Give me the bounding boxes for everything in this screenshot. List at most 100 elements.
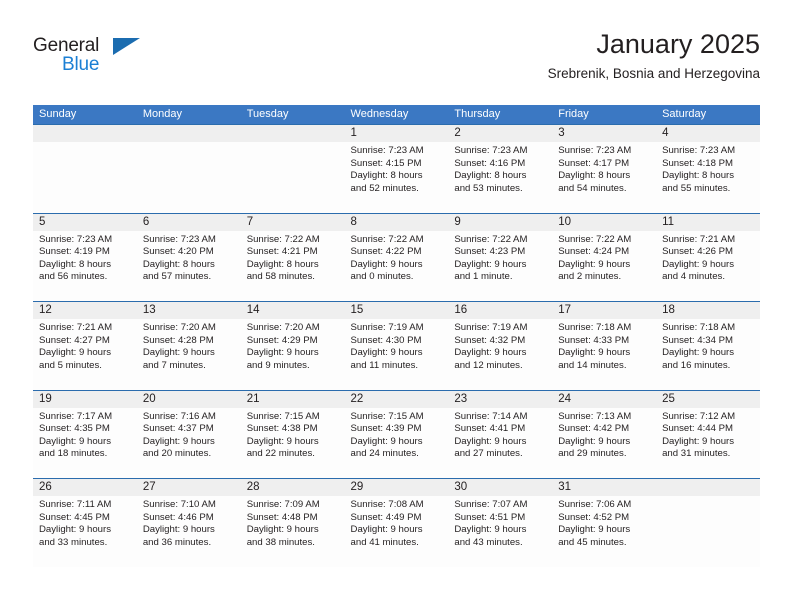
day-number[interactable]: 9 (448, 212, 553, 231)
day-cell[interactable]: Sunrise: 7:06 AM Sunset: 4:52 PM Daylight:… (552, 496, 657, 567)
day-cell[interactable]: Sunrise: 7:18 AM Sunset: 4:33 PM Daylight:… (552, 319, 657, 390)
daylight-minutes-text: and 33 minutes. (39, 536, 108, 548)
calendar-body: 1 2 3 4 Sunrise: 7:23 AM Sunset: 4:15 PM Dayli… (33, 124, 760, 567)
daylight-minutes-text: and 27 minutes. (454, 448, 523, 460)
day-cell[interactable]: Sunrise: 7:23 AM Sunset: 4:18 PM Daylight:… (656, 142, 760, 213)
day-cell[interactable]: Sunrise: 7:22 AM Sunset: 4:24 PM Daylight:… (552, 230, 657, 302)
day-number[interactable]: 29 (344, 478, 449, 496)
day-number[interactable]: 17 (552, 301, 657, 319)
day-number[interactable]: 28 (240, 478, 345, 496)
day-number[interactable]: 18 (656, 301, 760, 319)
weekday-header-wednesday: Wednesday (344, 105, 449, 125)
day-cell[interactable]: Sunrise: 7:17 AM Sunset: 4:35 PM Daylight:… (33, 407, 137, 479)
day-cell[interactable]: Sunrise: 7:12 AM Sunset: 4:44 PM Daylight:… (656, 407, 760, 479)
day-number[interactable]: 15 (344, 301, 449, 319)
daylight-minutes-text: and 4 minutes. (662, 271, 725, 283)
daylight-minutes-text: and 11 minutes. (350, 359, 419, 371)
logo-text-blue: Blue (62, 54, 100, 75)
sunrise-text: Sunrise: 7:22 AM (558, 233, 632, 245)
day-number[interactable]: 13 (136, 301, 241, 319)
day-cell[interactable]: Sunrise: 7:21 AM Sunset: 4:26 PM Daylight:… (656, 230, 760, 302)
day-number[interactable]: 4 (656, 124, 760, 142)
sunrise-text: Sunrise: 7:16 AM (142, 410, 216, 422)
day-number[interactable]: 10 (552, 212, 657, 231)
day-cell[interactable]: Sunrise: 7:22 AM Sunset: 4:21 PM Daylight:… (240, 230, 345, 302)
day-cell[interactable]: Sunrise: 7:23 AM Sunset: 4:16 PM Daylight:… (448, 142, 553, 213)
day-number[interactable]: 24 (552, 389, 657, 408)
daylight-minutes-text: and 54 minutes. (558, 182, 627, 194)
sunset-text: Sunset: 4:29 PM (246, 334, 318, 346)
day-number[interactable]: 5 (33, 212, 137, 231)
day-number[interactable]: 3 (552, 124, 657, 142)
day-number[interactable]: 22 (344, 389, 449, 408)
daylight-minutes-text: and 24 minutes. (350, 448, 419, 460)
day-number[interactable]: 1 (344, 124, 449, 142)
day-cell[interactable]: Sunrise: 7:22 AM Sunset: 4:23 PM Daylight:… (448, 230, 553, 302)
sunset-text: Sunset: 4:46 PM (142, 511, 214, 523)
week-daynumber-row: 12 13 14 15 16 17 18 (33, 301, 760, 319)
day-number[interactable]: 11 (656, 212, 760, 231)
day-cell[interactable]: Sunrise: 7:23 AM Sunset: 4:17 PM Daylight:… (552, 142, 657, 213)
day-number[interactable]: 25 (656, 389, 760, 408)
daylight-text: Daylight: 9 hours (558, 258, 631, 270)
day-cell[interactable]: Sunrise: 7:23 AM Sunset: 4:15 PM Daylight:… (344, 142, 449, 213)
day-number[interactable]: 26 (33, 478, 137, 496)
day-cell[interactable]: Sunrise: 7:23 AM Sunset: 4:20 PM Daylight:… (136, 230, 241, 302)
day-number[interactable]: 6 (136, 212, 241, 231)
day-cell[interactable]: Sunrise: 7:19 AM Sunset: 4:32 PM Daylight:… (448, 319, 553, 390)
day-number[interactable]: 2 (448, 124, 553, 142)
day-number[interactable]: 31 (552, 478, 657, 496)
daylight-minutes-text: and 22 minutes. (246, 448, 315, 460)
day-number[interactable]: 12 (33, 301, 137, 319)
day-cell[interactable]: Sunrise: 7:16 AM Sunset: 4:37 PM Daylight:… (136, 407, 241, 479)
sunrise-text: Sunrise: 7:23 AM (662, 145, 736, 156)
daylight-minutes-text: and 1 minute. (454, 271, 513, 283)
daylight-text: Daylight: 8 hours (662, 170, 735, 182)
daylight-text: Daylight: 9 hours (39, 524, 111, 536)
day-cell[interactable]: Sunrise: 7:13 AM Sunset: 4:42 PM Daylight:… (552, 407, 657, 479)
logo-text-general: General (33, 35, 100, 56)
sunset-text: Sunset: 4:52 PM (558, 511, 630, 523)
day-cell[interactable]: Sunrise: 7:20 AM Sunset: 4:28 PM Daylight:… (136, 319, 241, 390)
day-number[interactable]: 20 (136, 389, 241, 408)
day-cell[interactable]: Sunrise: 7:11 AM Sunset: 4:45 PM Daylight:… (33, 496, 137, 567)
day-number[interactable]: 7 (240, 212, 345, 231)
sunrise-text: Sunrise: 7:06 AM (558, 499, 632, 510)
week-detail-row: Sunrise: 7:21 AM Sunset: 4:27 PM Daylight:… (33, 319, 760, 390)
day-cell[interactable]: Sunrise: 7:15 AM Sunset: 4:39 PM Daylight:… (344, 407, 449, 479)
day-cell[interactable]: Sunrise: 7:08 AM Sunset: 4:49 PM Daylight:… (344, 496, 449, 567)
day-cell[interactable]: Sunrise: 7:09 AM Sunset: 4:48 PM Daylight:… (240, 496, 345, 567)
day-number[interactable]: 23 (448, 389, 553, 408)
day-cell[interactable]: Sunrise: 7:07 AM Sunset: 4:51 PM Daylight:… (448, 496, 553, 567)
sunrise-text: Sunrise: 7:22 AM (350, 233, 424, 245)
day-cell[interactable]: Sunrise: 7:15 AM Sunset: 4:38 PM Daylight:… (240, 407, 345, 479)
daylight-text: Daylight: 8 hours (39, 258, 111, 270)
day-cell[interactable]: Sunrise: 7:20 AM Sunset: 4:29 PM Daylight:… (240, 319, 345, 390)
day-number[interactable]: 16 (448, 301, 553, 319)
day-number[interactable]: 30 (448, 478, 553, 496)
day-cell[interactable]: Sunrise: 7:23 AM Sunset: 4:19 PM Daylight:… (33, 230, 137, 302)
day-cell[interactable]: Sunrise: 7:10 AM Sunset: 4:46 PM Daylight:… (136, 496, 241, 567)
day-cell[interactable]: Sunrise: 7:21 AM Sunset: 4:27 PM Daylight:… (33, 319, 137, 390)
day-number[interactable]: 27 (136, 478, 241, 496)
daylight-text: Daylight: 8 hours (350, 170, 423, 182)
daylight-minutes-text: and 9 minutes. (246, 359, 310, 371)
daylight-minutes-text: and 14 minutes. (558, 359, 627, 371)
day-cell[interactable]: Sunrise: 7:18 AM Sunset: 4:34 PM Daylight:… (656, 319, 760, 390)
day-number[interactable]: 14 (240, 301, 345, 319)
sunset-text: Sunset: 4:23 PM (454, 246, 526, 258)
day-number[interactable]: 21 (240, 389, 345, 408)
sunrise-text: Sunrise: 7:10 AM (142, 499, 216, 510)
daylight-minutes-text: and 0 minutes. (350, 271, 414, 283)
empty-day-number (656, 478, 760, 496)
sunrise-text: Sunrise: 7:07 AM (454, 499, 528, 510)
sunset-text: Sunset: 4:45 PM (39, 511, 110, 523)
day-cell[interactable]: Sunrise: 7:22 AM Sunset: 4:22 PM Daylight:… (344, 230, 449, 302)
day-cell[interactable]: Sunrise: 7:14 AM Sunset: 4:41 PM Daylight:… (448, 407, 553, 479)
sunset-text: Sunset: 4:32 PM (454, 334, 526, 346)
day-number[interactable]: 8 (344, 212, 449, 231)
daylight-text: Daylight: 9 hours (454, 524, 527, 536)
daylight-minutes-text: and 5 minutes. (39, 359, 102, 371)
day-cell[interactable]: Sunrise: 7:19 AM Sunset: 4:30 PM Daylight:… (344, 319, 449, 390)
day-number[interactable]: 19 (33, 389, 137, 408)
